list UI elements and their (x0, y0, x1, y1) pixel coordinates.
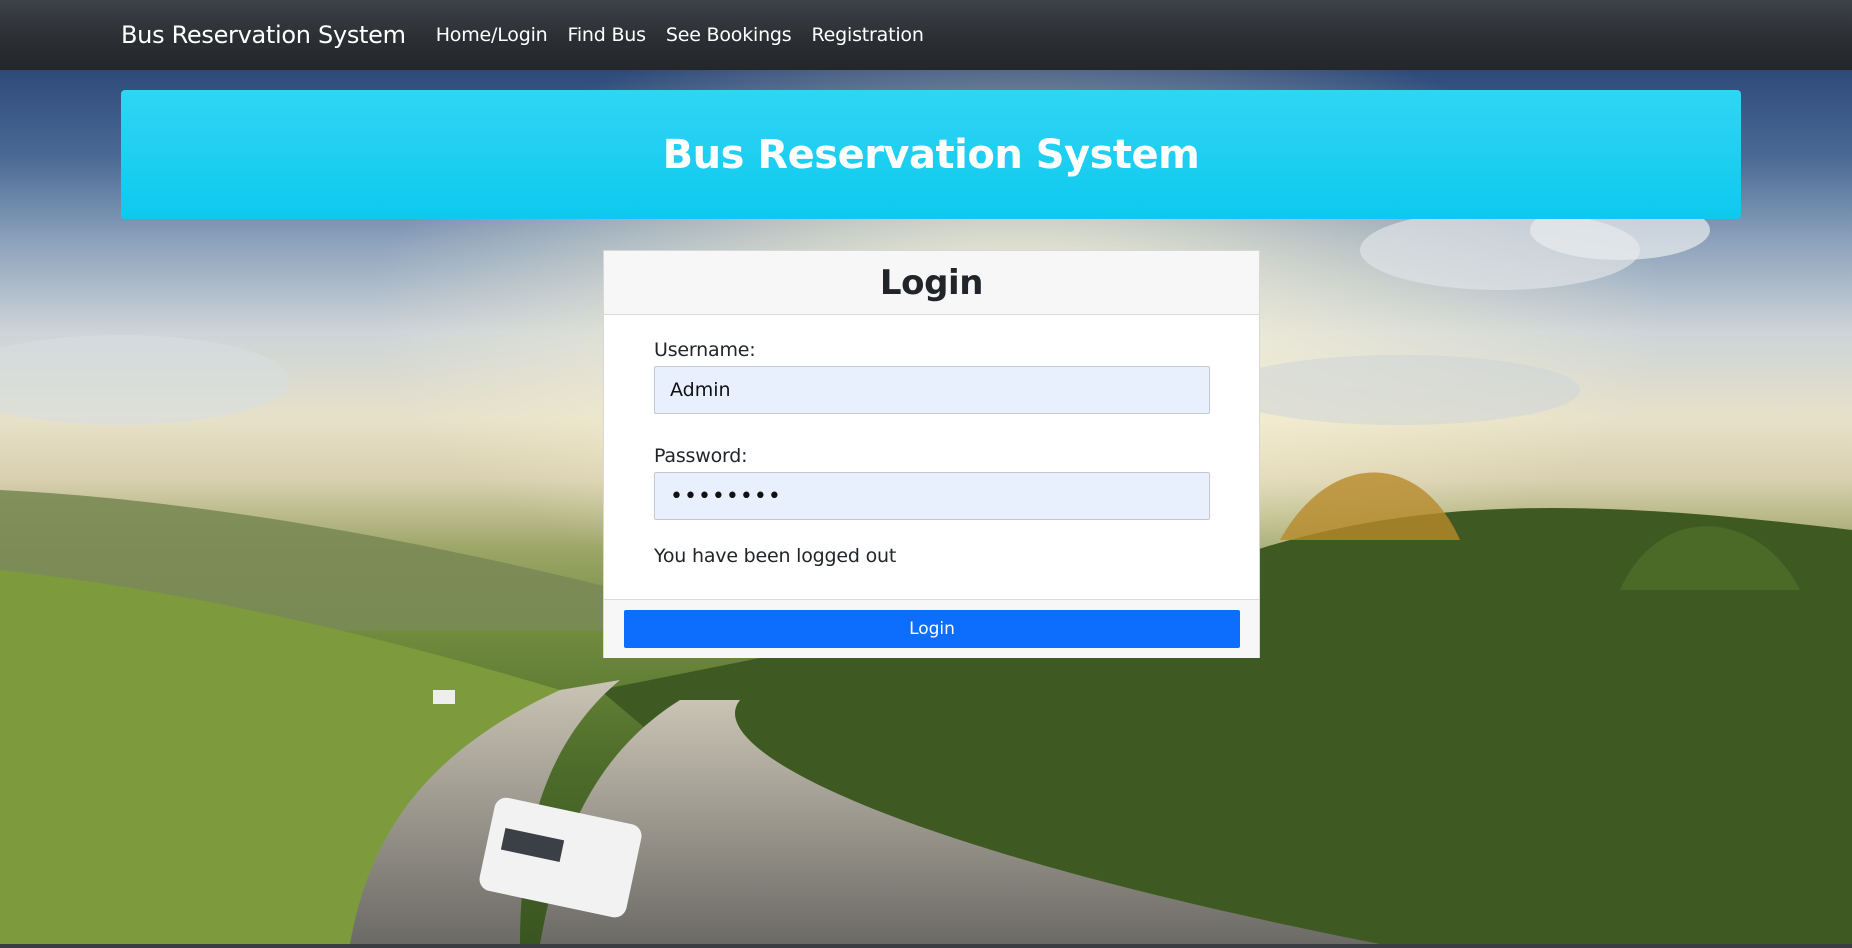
navbar-brand[interactable]: Bus Reservation System (121, 21, 406, 49)
bottom-edge (0, 944, 1852, 948)
username-label: Username: (654, 339, 756, 361)
password-input[interactable] (654, 472, 1210, 520)
login-card: Login Username: Password: You have been … (603, 250, 1260, 658)
nav-link-registration[interactable]: Registration (812, 24, 924, 46)
logout-status-message: You have been logged out (654, 545, 897, 567)
hero-banner: Bus Reservation System (121, 90, 1741, 219)
login-title: Login (879, 262, 984, 303)
nav-link-home-login[interactable]: Home/Login (436, 24, 548, 46)
login-button[interactable]: Login (624, 610, 1240, 648)
hero-title: Bus Reservation System (662, 131, 1200, 178)
login-card-footer: Login (604, 599, 1259, 658)
login-card-body: Username: Password: You have been logged… (604, 315, 1259, 599)
top-navbar: Bus Reservation System Home/Login Find B… (0, 0, 1852, 70)
username-input[interactable] (654, 366, 1210, 414)
login-card-header: Login (604, 251, 1259, 315)
password-label: Password: (654, 445, 748, 467)
nav-link-find-bus[interactable]: Find Bus (568, 24, 647, 46)
nav-link-see-bookings[interactable]: See Bookings (666, 24, 792, 46)
